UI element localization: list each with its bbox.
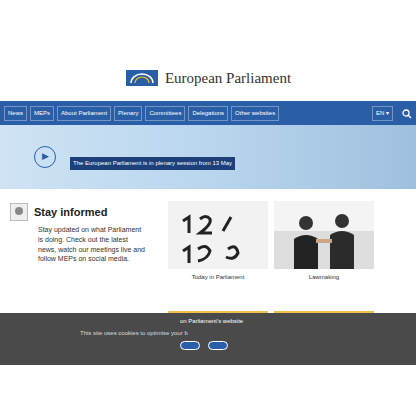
news-card[interactable]: Lawmaking — [274, 197, 374, 313]
cookie-text: This site uses cookies to optimise your … — [80, 329, 188, 338]
site-title[interactable]: European Parliament — [165, 67, 291, 90]
cookie-buttons — [180, 341, 228, 350]
nav-item[interactable]: News — [4, 106, 27, 121]
hero-banner: ▶ The European Parliament is in plenary s… — [0, 125, 416, 189]
cookie-banner: on Parliament's website This site uses co… — [0, 313, 416, 365]
calendar-image — [168, 201, 268, 269]
stay-informed: Stay informed Stay updated on what Parlia… — [10, 197, 160, 313]
nav-item[interactable]: Other websites — [231, 106, 279, 121]
play-button[interactable]: ▶ — [34, 146, 56, 168]
banner-text[interactable]: The European Parliament is in plenary se… — [70, 157, 235, 170]
section-text: Stay updated on what Parliament is doing… — [38, 225, 148, 264]
site-header: European Parliament — [0, 55, 416, 101]
nav-item[interactable]: Plenary — [114, 106, 142, 121]
card-caption[interactable]: Lawmaking — [274, 269, 374, 286]
language-select[interactable]: EN ▾ — [372, 106, 393, 121]
cookie-button[interactable] — [180, 341, 200, 350]
main-nav: NewsMEPsAbout ParliamentPlenaryCommittee… — [0, 101, 416, 125]
cookie-title: on Parliament's website — [180, 317, 243, 326]
section-heading: Stay informed — [10, 203, 160, 221]
nav-item[interactable]: MEPs — [30, 106, 54, 121]
nav-item[interactable]: Committees — [145, 106, 185, 121]
card-list: Today in Parliament Lawmaking — [168, 197, 406, 313]
parliament-logo-icon — [125, 69, 159, 87]
card-caption[interactable]: Today in Parliament — [168, 269, 268, 286]
social-icon — [10, 203, 28, 221]
content-area: Stay informed Stay updated on what Parlia… — [0, 189, 416, 313]
cookie-button[interactable] — [208, 341, 228, 350]
search-icon[interactable] — [402, 101, 412, 125]
photo-image — [274, 201, 374, 269]
nav-item[interactable]: Delegations — [188, 106, 228, 121]
news-card[interactable]: Today in Parliament — [168, 197, 268, 313]
nav-item[interactable]: About Parliament — [57, 106, 111, 121]
